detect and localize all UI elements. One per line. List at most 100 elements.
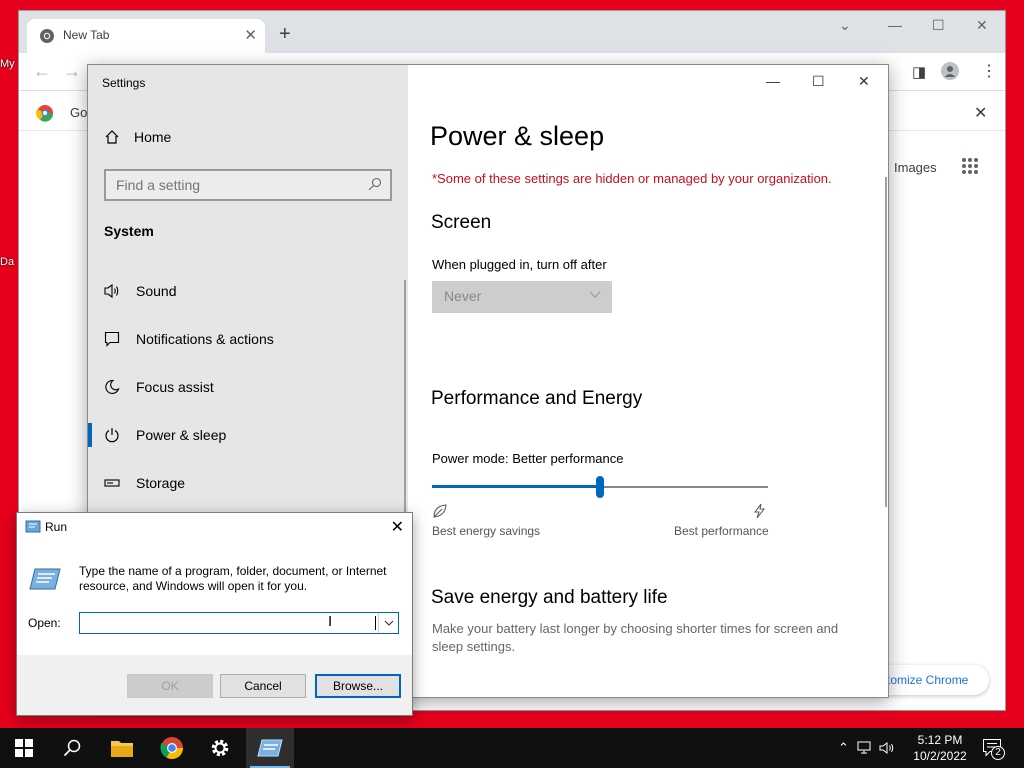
search-icon: [368, 177, 382, 191]
windows-logo-icon: [15, 739, 33, 757]
slider-left-label: Best energy savings: [432, 524, 541, 538]
clock[interactable]: 5:12 PM 10/2/2022: [908, 732, 972, 764]
tab-search-icon[interactable]: ⌄: [839, 17, 851, 34]
clock-date: 10/2/2022: [913, 749, 967, 763]
apps-grid-icon[interactable]: [961, 157, 979, 178]
chevron-up-icon[interactable]: ⌃: [838, 740, 849, 756]
system-tray: ⌃: [838, 728, 895, 768]
search-button[interactable]: [48, 728, 96, 768]
open-dropdown-button[interactable]: [378, 613, 398, 633]
nav-item-power-sleep[interactable]: Power & sleep: [88, 415, 408, 455]
screen-heading: Screen: [431, 212, 492, 233]
taskbar: ⌃ 5:12 PM 10/2/2022 2: [0, 728, 1024, 768]
open-combobox[interactable]: [79, 612, 399, 634]
home-icon: [105, 130, 119, 144]
chrome-logo-icon: [40, 29, 54, 43]
close-icon[interactable]: ✕: [976, 17, 988, 34]
performance-heading: Performance and Energy: [431, 388, 643, 409]
new-tab-button[interactable]: +: [279, 24, 291, 44]
nav-item-label: Storage: [136, 475, 186, 491]
section-label: System: [104, 223, 154, 239]
action-center-button[interactable]: 2: [982, 738, 1005, 761]
desktop-icon-label[interactable]: Da: [0, 256, 14, 268]
nav-item-notifications[interactable]: Notifications & actions: [88, 319, 408, 359]
back-icon[interactable]: ←: [33, 61, 51, 82]
open-label: Open:: [28, 616, 61, 630]
org-warning: *Some of these settings are hidden or ma…: [432, 171, 832, 186]
run-program-icon: [257, 739, 283, 757]
maximize-icon[interactable]: ☐: [932, 17, 945, 34]
chevron-down-icon: [384, 620, 393, 626]
close-tab-icon[interactable]: ✕: [244, 26, 257, 44]
home-label: Home: [134, 129, 172, 145]
start-button[interactable]: [0, 728, 48, 768]
settings-content: — ☐ ✕ Power & sleep *Some of these setti…: [408, 65, 888, 697]
settings-title: Settings: [102, 76, 146, 90]
images-link[interactable]: Images: [894, 160, 937, 175]
network-icon[interactable]: [857, 741, 873, 755]
close-info-bar-icon[interactable]: ✕: [974, 103, 987, 123]
browse-button[interactable]: Browse...: [315, 674, 401, 698]
open-input[interactable]: [80, 613, 370, 633]
minimize-icon[interactable]: —: [766, 73, 780, 89]
menu-icon[interactable]: ⋮: [981, 61, 997, 81]
save-energy-heading: Save energy and battery life: [431, 587, 668, 608]
forward-icon[interactable]: →: [63, 61, 81, 82]
power-mode-fill: [432, 485, 600, 488]
nav-item-storage[interactable]: Storage: [88, 463, 408, 503]
ok-button[interactable]: OK: [127, 674, 213, 698]
screen-timeout-dropdown[interactable]: Never: [432, 281, 612, 313]
file-explorer-button[interactable]: [98, 728, 146, 768]
notification-count-badge: 2: [991, 746, 1005, 760]
tab-title: New Tab: [63, 28, 110, 42]
save-energy-description: Make your battery last longer by choosin…: [432, 621, 839, 654]
info-bar-text: Go: [70, 105, 88, 120]
nav-item-sound[interactable]: Sound: [88, 271, 408, 311]
moon-icon: [105, 379, 120, 395]
search-icon: [63, 739, 81, 757]
chrome-tabstrip: New Tab ✕ + ⌄ — ☐ ✕: [19, 11, 1005, 53]
chrome-taskbar-button[interactable]: [148, 728, 196, 768]
folder-icon: [111, 741, 133, 757]
volume-icon[interactable]: [879, 741, 895, 755]
chrome-tab[interactable]: New Tab ✕: [27, 19, 265, 53]
nav-item-label: Notifications & actions: [136, 331, 274, 347]
run-title: Run: [45, 520, 68, 534]
side-panel-icon[interactable]: ◨: [912, 63, 926, 81]
gear-icon: [211, 739, 229, 757]
cancel-button[interactable]: Cancel: [220, 674, 306, 698]
close-icon[interactable]: ✕: [858, 73, 870, 90]
desktop-icon-label[interactable]: My: [0, 58, 15, 70]
run-taskbar-button[interactable]: [246, 728, 294, 768]
page-title: Power & sleep: [430, 121, 605, 151]
ibeam-cursor-icon: I: [328, 613, 333, 630]
nav-item-focus-assist[interactable]: Focus assist: [88, 367, 408, 407]
find-setting-search[interactable]: [104, 169, 392, 201]
home-nav[interactable]: Home: [104, 129, 171, 145]
run-message: Type the name of a program, folder, docu…: [79, 564, 387, 593]
maximize-icon[interactable]: ☐: [812, 73, 825, 90]
run-program-icon: [29, 568, 61, 590]
run-body: [17, 541, 412, 655]
content-scrollbar[interactable]: [885, 177, 887, 507]
power-mode-thumb[interactable]: [596, 476, 604, 498]
lightning-icon: [754, 503, 766, 519]
leaf-icon: [433, 504, 447, 518]
nav-item-label: Power & sleep: [136, 427, 227, 443]
google-logo-icon: [36, 105, 54, 122]
slider-right-label: Best performance: [674, 524, 769, 538]
notification-icon: [104, 331, 120, 347]
clock-time: 5:12 PM: [917, 733, 963, 747]
nav-item-label: Sound: [136, 283, 177, 299]
chrome-icon: [160, 737, 183, 759]
minimize-icon[interactable]: —: [888, 17, 902, 33]
run-titlebar: Run ✕: [17, 513, 412, 541]
search-input[interactable]: [106, 171, 356, 199]
settings-taskbar-button[interactable]: [196, 728, 244, 768]
speaker-icon: [104, 283, 119, 299]
text-caret: [375, 616, 376, 630]
plugged-in-label: When plugged in, turn off after: [432, 257, 607, 272]
profile-icon[interactable]: [941, 62, 959, 85]
power-mode-label: Power mode: Better performance: [432, 451, 624, 466]
close-icon[interactable]: ✕: [391, 517, 404, 537]
